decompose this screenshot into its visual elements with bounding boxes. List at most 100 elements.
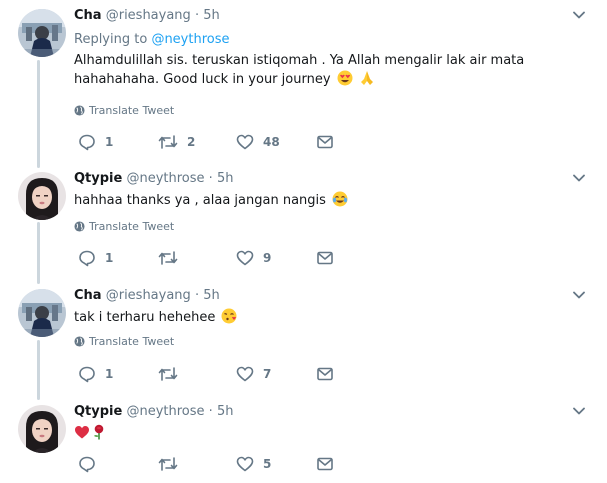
tweet-text-segment: hahahahaha. Good luck in your journey	[74, 72, 331, 87]
username[interactable]: @rieshayang	[106, 288, 191, 303]
rose-emoji	[92, 424, 106, 446]
kissing-heart-emoji	[221, 308, 237, 330]
reply-button[interactable]: 1	[78, 364, 113, 384]
reply-button[interactable]	[78, 454, 105, 474]
envelope-icon	[317, 367, 333, 381]
retweet-button[interactable]: 2	[158, 132, 195, 152]
direct-message-button[interactable]	[316, 364, 334, 384]
red-heart-emoji	[74, 424, 90, 446]
like-count: 5	[263, 457, 272, 471]
tweet-actions: 1 7	[78, 364, 378, 384]
tweet-text: hahhaa thanks ya , alaa jangan nangis	[74, 191, 595, 213]
heart-eyes-emoji	[337, 70, 353, 92]
like-button[interactable]: 5	[236, 454, 271, 474]
like-count: 9	[263, 251, 272, 265]
reply-icon	[79, 134, 95, 151]
like-count: 48	[263, 135, 280, 149]
timestamp[interactable]: 5h	[217, 404, 234, 419]
display-name[interactable]: Cha	[74, 288, 102, 303]
tweet-header: Cha @rieshayang · 5h	[74, 7, 595, 25]
translate-tweet-link[interactable]: Translate Tweet	[74, 335, 174, 349]
retweet-icon	[158, 367, 178, 381]
chevron-down-icon[interactable]	[573, 291, 585, 299]
chevron-down-icon[interactable]	[573, 407, 585, 415]
praying-hands-emoji	[359, 70, 375, 92]
replying-to-label: Replying to	[74, 32, 148, 47]
retweet-icon	[158, 457, 178, 471]
chevron-down-icon[interactable]	[573, 11, 585, 19]
envelope-icon	[317, 251, 333, 265]
reply-icon	[79, 456, 95, 473]
avatar[interactable]	[18, 9, 66, 57]
direct-message-button[interactable]	[316, 132, 334, 152]
tweet-text	[74, 424, 595, 446]
translate-tweet-link[interactable]: Translate Tweet	[74, 104, 174, 118]
display-name[interactable]: Cha	[74, 8, 102, 23]
retweet-button[interactable]	[158, 454, 187, 474]
reply-button[interactable]: 1	[78, 132, 113, 152]
tweet-header: Qtypie @neythrose · 5h	[74, 403, 595, 421]
tweet-text-segment: hahhaa thanks ya , alaa jangan nangis	[74, 193, 326, 208]
timestamp[interactable]: 5h	[203, 288, 220, 303]
globe-icon	[74, 336, 85, 347]
like-button[interactable]: 9	[236, 248, 271, 268]
separator: ·	[194, 8, 200, 23]
separator: ·	[208, 171, 213, 186]
translate-label: Translate Tweet	[89, 335, 175, 348]
like-button[interactable]: 7	[236, 364, 271, 384]
envelope-icon	[317, 457, 333, 471]
username[interactable]: @neythrose	[126, 404, 204, 419]
display-name[interactable]: Qtypie	[74, 404, 122, 419]
heart-icon	[236, 250, 254, 266]
envelope-icon	[317, 135, 333, 149]
direct-message-button[interactable]	[316, 454, 334, 474]
like-count: 7	[263, 367, 272, 381]
avatar[interactable]	[18, 289, 66, 337]
direct-message-button[interactable]	[316, 248, 334, 268]
tweet-text: Alhamdulillah sis. teruskan istiqomah . …	[74, 51, 595, 92]
tweet-actions: 1 2 48	[78, 132, 378, 152]
tweet-actions: 5	[78, 454, 378, 474]
separator: ·	[208, 404, 213, 419]
tweet-text-line: Alhamdulillah sis. teruskan istiqomah . …	[74, 53, 525, 68]
tweet[interactable]: Qtypie @neythrose · 5h 5	[0, 403, 607, 483]
timestamp[interactable]: 5h	[217, 171, 234, 186]
translate-tweet-link[interactable]: Translate Tweet	[74, 220, 174, 234]
globe-icon	[74, 221, 85, 232]
tweet-text: tak i terharu hehehee	[74, 308, 595, 330]
retweet-icon	[158, 251, 178, 265]
translate-label: Translate Tweet	[89, 220, 175, 233]
tweet[interactable]: Cha @rieshayang · 5h Replying to @neythr…	[0, 7, 607, 159]
tweet-text-line	[74, 424, 595, 446]
tweet-text-line: tak i terharu hehehee	[74, 308, 595, 330]
heart-icon	[236, 456, 254, 472]
retweet-icon	[158, 135, 178, 149]
tears-of-joy-emoji	[332, 191, 348, 213]
timestamp[interactable]: 5h	[203, 8, 220, 23]
like-button[interactable]: 48	[236, 132, 280, 152]
retweet-count: 2	[187, 135, 196, 149]
chevron-down-icon[interactable]	[573, 174, 585, 182]
avatar[interactable]	[18, 172, 66, 220]
reply-button[interactable]: 1	[78, 248, 113, 268]
heart-icon	[236, 134, 254, 150]
replying-to: Replying to @neythrose	[74, 32, 595, 48]
tweet[interactable]: Cha @rieshayang · 5h tak i terharu heheh…	[0, 287, 607, 395]
heart-icon	[236, 366, 254, 382]
avatar[interactable]	[18, 405, 66, 453]
tweet-actions: 1 9	[78, 248, 378, 268]
tweet-text-segment: tak i terharu hehehee	[74, 310, 216, 325]
display-name[interactable]: Qtypie	[74, 171, 122, 186]
translate-label: Translate Tweet	[89, 104, 175, 117]
mention-link[interactable]: @neythrose	[151, 32, 229, 47]
username[interactable]: @rieshayang	[106, 8, 191, 23]
reply-count: 1	[105, 251, 114, 265]
tweet[interactable]: Qtypie @neythrose · 5h hahhaa thanks ya …	[0, 170, 607, 278]
globe-icon	[74, 105, 85, 116]
tweet-text-line: hahahahaha. Good luck in your journey	[74, 70, 595, 92]
reply-count: 1	[105, 367, 114, 381]
retweet-button[interactable]	[158, 364, 187, 384]
separator: ·	[194, 288, 200, 303]
username[interactable]: @neythrose	[126, 171, 204, 186]
retweet-button[interactable]	[158, 248, 187, 268]
